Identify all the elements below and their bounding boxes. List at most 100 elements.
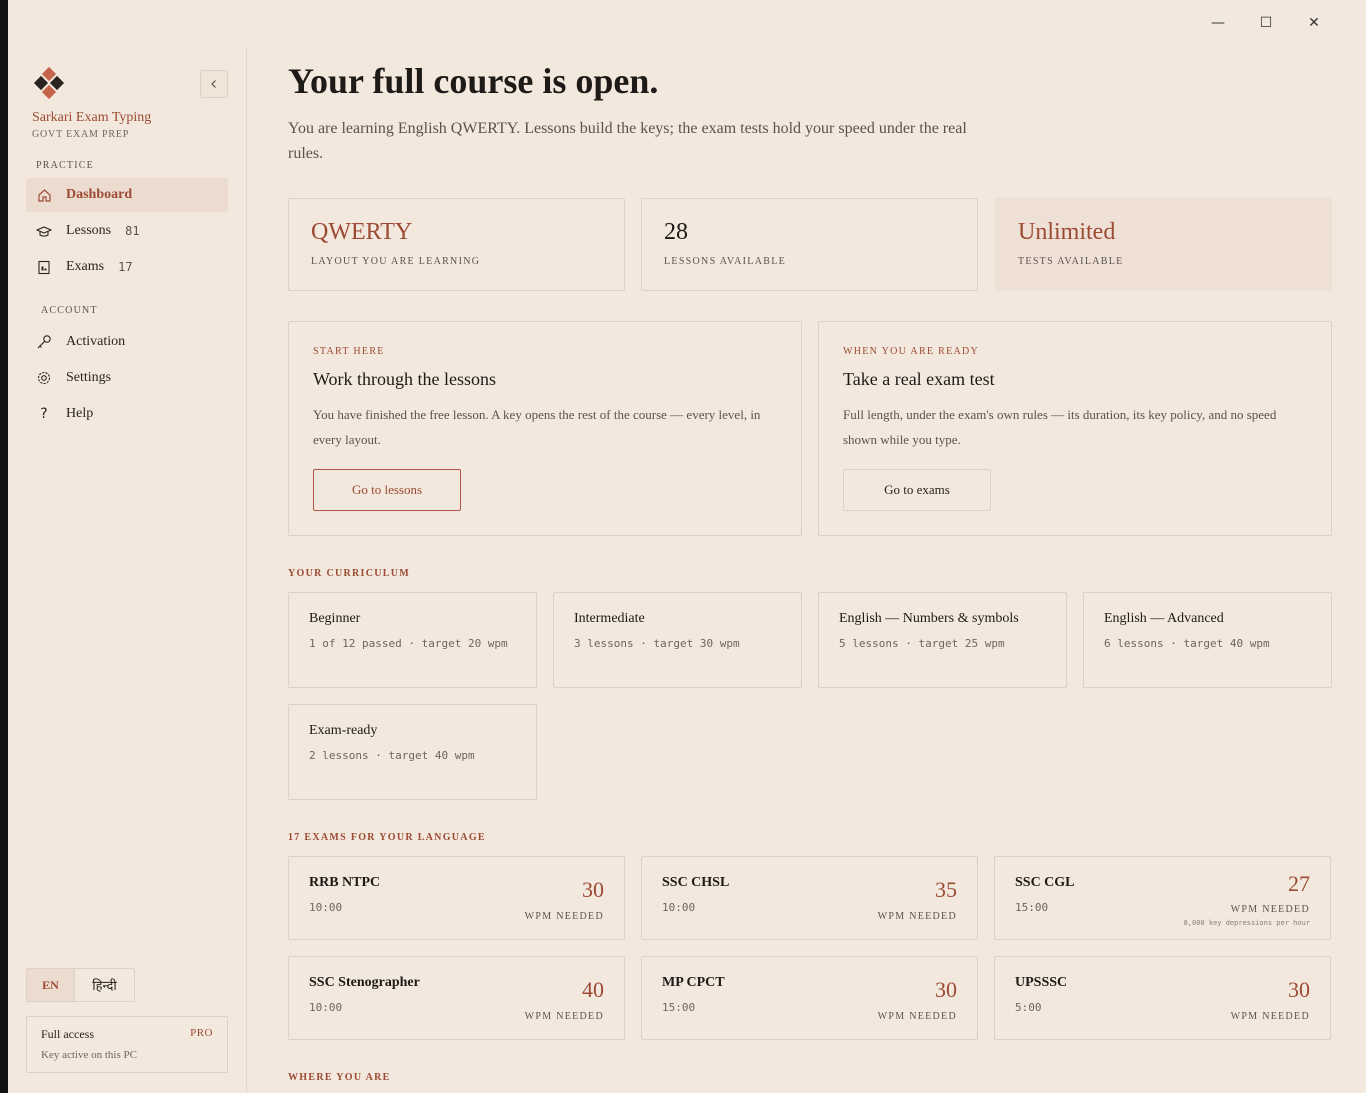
window-left-edge bbox=[0, 0, 8, 1093]
cta-description: Full length, under the exam's own rules … bbox=[843, 407, 1277, 447]
sidebar-item-exams[interactable]: Exams 17 bbox=[26, 250, 228, 284]
page-subtitle: You are learning English QWERTY. Lessons… bbox=[288, 120, 967, 162]
window-titlebar: — ☐ ✕ bbox=[1066, 0, 1366, 48]
level-name: Beginner bbox=[309, 611, 361, 626]
stat-value: 28 bbox=[664, 219, 688, 245]
sidebar-item-label: Activation bbox=[66, 334, 126, 349]
question-icon: ? bbox=[40, 406, 48, 422]
brand-name: Sarkari Exam Typing bbox=[32, 110, 152, 125]
exams-cta-card: WHEN YOU ARE READY Take a real exam test… bbox=[818, 321, 1332, 536]
level-card-intermediate[interactable]: Intermediate 3 lessons · target 30 wpm bbox=[553, 592, 802, 688]
exam-rule-note: 8,000 key depressions per hour bbox=[1183, 919, 1310, 927]
exams-section-label: 17 EXAMS FOR YOUR LANGUAGE bbox=[288, 832, 486, 843]
practice-section-label: PRACTICE bbox=[36, 160, 94, 171]
go-to-lessons-button[interactable]: Go to lessons bbox=[313, 469, 461, 511]
wpm-needed-label: WPM NEEDED bbox=[524, 1011, 604, 1022]
level-card-numbers-symbols[interactable]: English — Numbers & symbols 5 lessons · … bbox=[818, 592, 1067, 688]
level-card-beginner[interactable]: Beginner 1 of 12 passed · target 20 wpm bbox=[288, 592, 537, 688]
exam-card-rrb-ntpc[interactable]: RRB NTPC 10:00 30 WPM NEEDED bbox=[288, 856, 625, 940]
level-card-exam-ready[interactable]: Exam-ready 2 lessons · target 40 wpm bbox=[288, 704, 537, 800]
exam-name: RRB NTPC bbox=[309, 875, 381, 890]
exam-card-upsssc[interactable]: UPSSSC 5:00 30 WPM NEEDED bbox=[994, 956, 1331, 1040]
level-meta: 5 lessons · target 25 wpm bbox=[839, 637, 1005, 650]
stat-label: LAYOUT YOU ARE LEARNING bbox=[311, 256, 481, 267]
gear-icon bbox=[36, 370, 52, 386]
where-you-are-section-label: WHERE YOU ARE bbox=[288, 1072, 391, 1083]
wpm-needed-label: WPM NEEDED bbox=[877, 1011, 957, 1022]
exam-wpm: 30 bbox=[935, 977, 957, 1002]
graduation-cap-icon bbox=[36, 223, 52, 239]
minimize-button[interactable]: — bbox=[1208, 13, 1228, 33]
exam-name: MP CPCT bbox=[662, 975, 725, 990]
level-name: Intermediate bbox=[574, 611, 645, 626]
home-icon bbox=[36, 187, 52, 203]
maximize-button[interactable]: ☐ bbox=[1256, 13, 1276, 33]
sidebar-item-label: Lessons bbox=[66, 223, 112, 238]
exam-name: SSC CGL bbox=[1015, 875, 1075, 890]
level-meta: 3 lessons · target 30 wpm bbox=[574, 637, 740, 650]
sidebar-item-dashboard[interactable]: Dashboard bbox=[26, 178, 228, 212]
stat-lessons: 28 LESSONS AVAILABLE bbox=[641, 198, 978, 291]
wpm-needed-label: WPM NEEDED bbox=[1230, 1011, 1310, 1022]
exam-card-mp-cpct[interactable]: MP CPCT 15:00 30 WPM NEEDED bbox=[641, 956, 978, 1040]
license-status: Key active on this PC bbox=[41, 1049, 137, 1061]
wpm-needed-label: WPM NEEDED bbox=[524, 911, 604, 922]
sidebar-item-label: Dashboard bbox=[66, 187, 133, 202]
lessons-count: 81 bbox=[125, 224, 140, 238]
exams-count: 17 bbox=[118, 260, 133, 274]
account-section-label: ACCOUNT bbox=[41, 305, 98, 316]
stat-tests: Unlimited TESTS AVAILABLE bbox=[995, 198, 1332, 291]
stat-label: LESSONS AVAILABLE bbox=[664, 256, 787, 267]
exam-wpm: 27 bbox=[1288, 871, 1310, 896]
license-title: Full access bbox=[41, 1027, 94, 1041]
level-meta: 6 lessons · target 40 wpm bbox=[1104, 637, 1270, 650]
wpm-needed-label: WPM NEEDED bbox=[877, 911, 957, 922]
cta-description: You have finished the free lesson. A key… bbox=[313, 407, 761, 447]
cta-kicker: WHEN YOU ARE READY bbox=[843, 346, 980, 357]
close-button[interactable]: ✕ bbox=[1304, 13, 1324, 33]
exam-card-ssc-stenographer[interactable]: SSC Stenographer 10:00 40 WPM NEEDED bbox=[288, 956, 625, 1040]
brand-subtitle: GOVT EXAM PREP bbox=[32, 129, 130, 140]
language-switch: EN हिन्दी bbox=[26, 968, 135, 1002]
license-card: Full access Key active on this PC PRO bbox=[26, 1016, 228, 1073]
exam-name: SSC CHSL bbox=[662, 875, 730, 890]
level-meta: 2 lessons · target 40 wpm bbox=[309, 749, 475, 762]
cta-kicker: START HERE bbox=[313, 346, 385, 357]
brand-logo-icon bbox=[33, 66, 65, 100]
exam-card-ssc-chsl[interactable]: SSC CHSL 10:00 35 WPM NEEDED bbox=[641, 856, 978, 940]
cta-heading: Work through the lessons bbox=[313, 369, 497, 389]
stat-layout: QWERTY LAYOUT YOU ARE LEARNING bbox=[288, 198, 625, 291]
pro-badge: PRO bbox=[190, 1027, 213, 1039]
sidebar-item-settings[interactable]: Settings bbox=[26, 361, 228, 395]
exam-card-ssc-cgl[interactable]: SSC CGL 15:00 27 WPM NEEDED 8,000 key de… bbox=[994, 856, 1331, 940]
exam-name: UPSSSC bbox=[1015, 975, 1068, 990]
language-hi-button[interactable]: हिन्दी bbox=[75, 969, 134, 1001]
sidebar-item-lessons[interactable]: Lessons 81 bbox=[26, 214, 228, 248]
exam-wpm: 30 bbox=[1288, 977, 1310, 1002]
sidebar-item-label: Settings bbox=[66, 370, 112, 385]
document-icon bbox=[36, 259, 52, 275]
level-name: Exam-ready bbox=[309, 723, 378, 738]
level-card-advanced[interactable]: English — Advanced 6 lessons · target 40… bbox=[1083, 592, 1332, 688]
stat-value: QWERTY bbox=[311, 219, 413, 245]
exam-wpm: 30 bbox=[582, 877, 604, 902]
exam-name: SSC Stenographer bbox=[309, 975, 420, 990]
key-icon bbox=[36, 334, 52, 350]
collapse-sidebar-button[interactable] bbox=[200, 70, 228, 98]
sidebar-item-activation[interactable]: Activation bbox=[26, 325, 228, 359]
level-name: English — Numbers & symbols bbox=[839, 611, 1019, 626]
sidebar-item-label: Help bbox=[66, 406, 94, 421]
go-to-exams-button[interactable]: Go to exams bbox=[843, 469, 991, 511]
page-title: Your full course is open. bbox=[288, 61, 659, 101]
sidebar: Sarkari Exam Typing GOVT EXAM PREP PRACT… bbox=[8, 48, 247, 1093]
curriculum-section-label: YOUR CURRICULUM bbox=[288, 568, 410, 579]
stat-value: Unlimited bbox=[1018, 219, 1116, 245]
sidebar-item-label: Exams bbox=[66, 259, 105, 274]
wpm-needed-label: WPM NEEDED bbox=[1230, 904, 1310, 915]
sidebar-item-help[interactable]: ? Help bbox=[26, 397, 228, 431]
stat-label: TESTS AVAILABLE bbox=[1018, 256, 1124, 267]
level-meta: 1 of 12 passed · target 20 wpm bbox=[309, 637, 508, 650]
cta-heading: Take a real exam test bbox=[843, 369, 995, 389]
level-name: English — Advanced bbox=[1104, 611, 1224, 626]
language-en-button[interactable]: EN bbox=[27, 969, 75, 1001]
